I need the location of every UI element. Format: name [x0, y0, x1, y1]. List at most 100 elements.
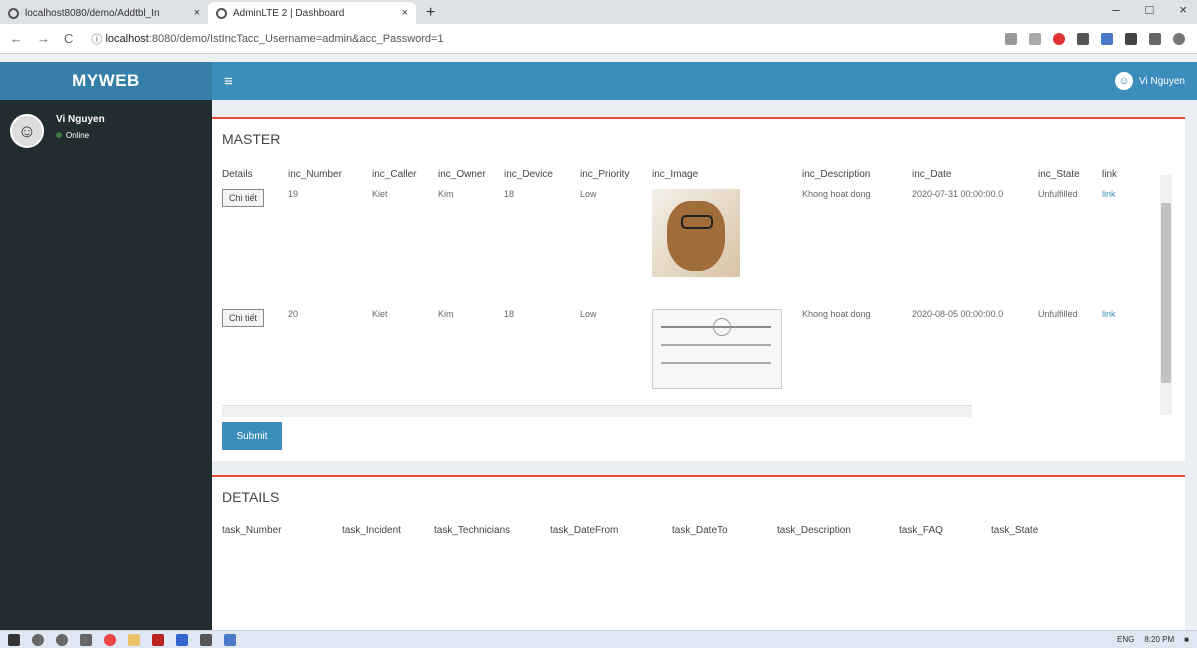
stop-icon[interactable] — [1053, 32, 1065, 45]
column-header: inc_State — [1038, 169, 1080, 180]
column-header: inc_Device — [504, 169, 553, 180]
app-logo[interactable]: MYWEB — [0, 62, 212, 100]
browser-tab-1[interactable]: localhost8080/demo/Addtbl_In × — [0, 2, 208, 24]
forward-icon[interactable]: → — [37, 31, 50, 46]
task-view-icon[interactable] — [80, 633, 92, 646]
inc-state: Unfulfilled — [1038, 309, 1078, 319]
chrome-icon[interactable] — [104, 633, 116, 646]
new-tab-button[interactable]: + — [416, 4, 445, 24]
url-path: :8080/demo/IstIncTacc_Username=admin&acc… — [148, 32, 444, 45]
profile-icon[interactable] — [1173, 32, 1185, 45]
user-avatar-icon: ☺ — [1115, 72, 1134, 90]
close-icon[interactable]: × — [194, 7, 200, 19]
tab-title: localhost8080/demo/Addtbl_In — [25, 7, 160, 19]
tab-title: AdminLTE 2 | Dashboard — [233, 7, 345, 19]
column-header: task_Description — [777, 525, 851, 536]
table-row: Chi tiết 19 Kiet Kim 18 Low Khong hoat d… — [222, 189, 1167, 309]
details-panel: DETAILS task_Number task_Incident task_T… — [212, 475, 1185, 630]
column-header: link — [1102, 169, 1118, 180]
status-badge: Online — [56, 131, 105, 140]
navigation-buttons: ← → C — [0, 31, 83, 46]
column-header: task_DateTo — [672, 525, 728, 536]
folder-icon[interactable] — [128, 633, 140, 646]
app-icon[interactable] — [200, 633, 212, 646]
column-header: task_DateFrom — [550, 525, 619, 536]
row-link[interactable]: link — [1102, 309, 1132, 419]
vertical-scroll-thumb[interactable] — [1161, 203, 1171, 383]
details-button[interactable]: Chi tiết — [222, 189, 265, 207]
search-icon[interactable] — [32, 633, 44, 646]
url-host: localhost — [105, 32, 149, 45]
inc-description: Khong hoat dong — [802, 309, 871, 319]
browser-tab-2[interactable]: AdminLTE 2 | Dashboard × — [208, 2, 416, 24]
header-user-name: Vi Nguyen — [1139, 75, 1185, 87]
inc-date: 2020-07-31 00:00:00.0 — [912, 189, 1004, 199]
close-window-icon[interactable]: × — [1179, 2, 1187, 17]
star-icon[interactable] — [1029, 32, 1041, 45]
user-info: Vi Nguyen Online — [56, 114, 105, 148]
close-icon[interactable]: × — [402, 7, 408, 19]
maximize-icon[interactable]: □ — [1146, 2, 1154, 17]
back-icon[interactable]: ← — [10, 31, 23, 46]
cortana-icon[interactable] — [56, 633, 68, 646]
portrait-photo — [652, 189, 740, 277]
column-header: task_Incident — [342, 525, 401, 536]
column-header: Details — [222, 169, 253, 180]
user-panel: ☺ Vi Nguyen Online — [0, 100, 212, 162]
extension-icon[interactable] — [1077, 32, 1089, 45]
inc-state: Unfulfilled — [1038, 189, 1078, 199]
row-link[interactable]: link — [1102, 189, 1132, 309]
sidebar: MYWEB ☺ Vi Nguyen Online — [0, 62, 212, 630]
app-icon[interactable] — [224, 633, 236, 646]
submit-button[interactable]: Submit — [222, 422, 282, 450]
puzzle-icon[interactable] — [1149, 32, 1161, 45]
inc-caller: Kiet — [372, 189, 388, 199]
column-header: task_Number — [222, 525, 282, 536]
inc-owner: Kim — [438, 189, 454, 199]
column-header: task_Technicians — [434, 525, 511, 536]
globe-icon — [8, 7, 19, 19]
column-header: inc_Image — [652, 169, 699, 180]
reload-icon[interactable]: C — [64, 31, 73, 46]
inc-caller: Kiet — [372, 309, 388, 319]
windows-taskbar: ENG 8:20 PM ■ — [0, 630, 1197, 648]
app-icon[interactable] — [176, 633, 188, 646]
column-header: inc_Priority — [580, 169, 630, 180]
url-field[interactable]: ⓘ localhost :8080/demo/IstIncTacc_Userna… — [83, 28, 1005, 50]
app-icon[interactable] — [152, 633, 164, 646]
extension-icon[interactable] — [1125, 32, 1137, 45]
column-header: inc_Date — [912, 169, 952, 180]
details-title: DETAILS — [222, 489, 280, 505]
diagram-image — [652, 309, 782, 389]
taskbar-icons — [8, 633, 236, 646]
table-row: Chi tiết 20 Kiet Kim 18 Low Khong hoat d… — [222, 309, 1167, 419]
inc-owner: Kim — [438, 309, 454, 319]
key-icon[interactable] — [1005, 32, 1017, 45]
inc-device: 18 — [504, 309, 515, 319]
windows-start-icon[interactable] — [8, 633, 20, 646]
user-menu[interactable]: ☺ Vi Nguyen — [1115, 72, 1185, 90]
minimize-icon[interactable]: – — [1112, 2, 1119, 17]
details-table-header: task_Number task_Incident task_Technicia… — [212, 513, 1185, 536]
details-button[interactable]: Chi tiết — [222, 309, 265, 327]
window-controls: – □ × — [1112, 2, 1197, 17]
user-name: Vi Nguyen — [56, 114, 105, 125]
hamburger-icon[interactable]: ≡ — [224, 73, 233, 90]
info-icon: ⓘ — [91, 33, 106, 46]
inc-priority: Low — [580, 189, 597, 199]
language-indicator[interactable]: ENG — [1117, 635, 1134, 644]
notification-icon[interactable]: ■ — [1184, 635, 1189, 644]
browser-tab-bar: localhost8080/demo/Addtbl_In × AdminLTE … — [0, 0, 1197, 24]
globe-icon — [216, 7, 227, 19]
inc-description: Khong hoat dong — [802, 189, 871, 199]
inc-priority: Low — [580, 309, 597, 319]
extensions — [1005, 32, 1197, 45]
master-title: MASTER — [222, 131, 281, 147]
extension-icon[interactable] — [1101, 32, 1113, 45]
horizontal-scrollbar[interactable] — [222, 405, 972, 417]
clock[interactable]: 8:20 PM — [1144, 635, 1174, 644]
status-dot — [56, 132, 62, 138]
column-header: inc_Description — [802, 169, 871, 180]
address-bar: ← → C ⓘ localhost :8080/demo/IstIncTacc_… — [0, 24, 1197, 54]
inc-number: 19 — [288, 189, 299, 199]
